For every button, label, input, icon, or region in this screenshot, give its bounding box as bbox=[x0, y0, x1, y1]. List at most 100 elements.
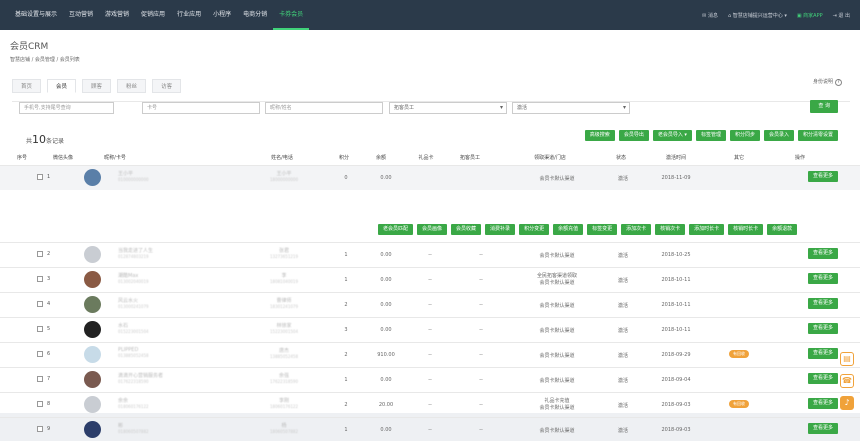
nav-item[interactable]: 卡券会员 bbox=[273, 0, 310, 30]
logout-label: 退 出 bbox=[838, 12, 850, 19]
column-header: 余额 bbox=[375, 155, 387, 161]
nav-item[interactable]: 促销应用 bbox=[135, 0, 171, 30]
card-number: 017622318590 bbox=[118, 379, 149, 384]
column-header: 操作 bbox=[794, 155, 806, 161]
activation-time-cell: 2018-09-29 bbox=[661, 352, 691, 358]
channel-name-2: 会员卡默认渠道 bbox=[539, 280, 575, 286]
view-more-button[interactable]: 查看更多 bbox=[807, 273, 838, 284]
card-input[interactable]: 卡号 bbox=[142, 102, 260, 114]
bulk-action-button[interactable]: 标签变更 bbox=[587, 224, 618, 235]
merchant-app-link[interactable]: ▣ 商家APP bbox=[797, 12, 823, 19]
action-button[interactable]: 会员录入 bbox=[763, 130, 794, 141]
balance-cell: 0.00 bbox=[380, 377, 392, 383]
balance-cell: 910.00 bbox=[377, 352, 395, 358]
row-checkbox[interactable] bbox=[37, 301, 43, 307]
action-button[interactable]: 积分同步 bbox=[729, 130, 760, 141]
page-title: 会员CRM bbox=[10, 42, 49, 52]
main-panel: 会员CRM 智慧店铺 / 会员管理 / 会员列表 首页 会员 顾客 粉丝 访客 身份说明… bbox=[0, 30, 860, 438]
staff-select[interactable]: 拓客员工 bbox=[389, 102, 507, 114]
tab-item[interactable]: 首页 bbox=[12, 79, 42, 93]
activation-time-cell: 2018-11-09 bbox=[661, 175, 691, 181]
record-count: 共10条记录 bbox=[26, 133, 64, 146]
view-more-button[interactable]: 查看更多 bbox=[807, 348, 838, 359]
phone-icon[interactable]: ☎ bbox=[840, 374, 854, 388]
points-cell: 2 bbox=[344, 402, 348, 408]
action-button[interactable]: 会员导出 bbox=[618, 130, 649, 141]
nav-item[interactable]: 基础设置与展示 bbox=[0, 0, 63, 30]
row-checkbox[interactable] bbox=[37, 376, 43, 382]
card-number: 015223001504 bbox=[118, 329, 149, 334]
view-more-button[interactable]: 查看更多 bbox=[807, 323, 838, 334]
bulk-action-button[interactable]: 核销次卡 bbox=[655, 224, 686, 235]
view-more-button[interactable]: 查看更多 bbox=[807, 248, 838, 259]
action-button[interactable]: 老会员导入 ▾ bbox=[652, 130, 692, 141]
logout-link[interactable]: ⇥ 退 出 bbox=[833, 12, 850, 19]
row-checkbox[interactable] bbox=[37, 276, 43, 282]
view-more-button[interactable]: 查看更多 bbox=[807, 398, 838, 409]
activation-time-cell: 2018-10-11 bbox=[661, 277, 691, 283]
store-switch[interactable]: ⌂ 智慧店铺提兴运营中心 ▾ bbox=[728, 12, 787, 19]
tab-item[interactable]: 访客 bbox=[152, 79, 182, 93]
action-button[interactable]: 高级搜索 bbox=[584, 130, 615, 141]
action-button[interactable]: 积分清零设置 bbox=[797, 130, 838, 141]
row-checkbox[interactable] bbox=[37, 251, 43, 257]
phone-search-input[interactable]: 手机号,支持尾号查询 bbox=[19, 102, 114, 114]
nav-item[interactable]: 行业应用 bbox=[171, 0, 207, 30]
bulk-action-button[interactable]: 会员画像 bbox=[417, 224, 448, 235]
table-row: 2 当我走进了人生 012874803219 张君 13273651219 1 0.00 --… bbox=[0, 242, 860, 266]
nav-item[interactable]: 电商分销 bbox=[237, 0, 273, 30]
name-cell: 曹律师 18301241079 bbox=[270, 297, 298, 309]
view-more-button[interactable]: 查看更多 bbox=[807, 373, 838, 384]
row-checkbox[interactable] bbox=[37, 326, 43, 332]
nav-item[interactable]: 小程序 bbox=[207, 0, 237, 30]
doc-icon[interactable]: ▤ bbox=[840, 352, 854, 366]
row-checkbox[interactable] bbox=[37, 351, 43, 357]
tab-item[interactable]: 粉丝 bbox=[117, 79, 147, 93]
table-header: 序号 微信头像 昵称/卡号 姓名/电话 积分 余额 礼品卡 拓客员工 领取渠道/门店 状态 激活时间… bbox=[0, 154, 860, 164]
channel-name: 会员卡默认渠道 bbox=[539, 428, 575, 434]
bulk-action-bar: 老会员匹配 会员画像 会员收藏 消费补录 积分变更 余额充值 标签变更 添加次卡 核销次卡 添加时… bbox=[378, 224, 798, 235]
tab-item[interactable]: 会员 bbox=[47, 79, 77, 93]
row-checkbox[interactable] bbox=[37, 401, 43, 407]
view-more-button[interactable]: 查看更多 bbox=[807, 298, 838, 309]
nickname-input[interactable]: 昵称/姓名 bbox=[265, 102, 383, 114]
bulk-action-button[interactable]: 添加次卡 bbox=[621, 224, 652, 235]
row-checkbox[interactable] bbox=[37, 426, 43, 432]
message-link[interactable]: ✉ 消息 bbox=[702, 12, 718, 19]
tab-item[interactable]: 顾客 bbox=[82, 79, 112, 93]
identity-help[interactable]: 身份说明? bbox=[813, 78, 842, 86]
member-phone: 18060507882 bbox=[270, 429, 298, 434]
staff-cell: -- bbox=[479, 302, 483, 308]
row-number: 6 bbox=[47, 351, 51, 357]
card-number: 010000000000 bbox=[118, 177, 149, 182]
bulk-action-button[interactable]: 添加时长卡 bbox=[689, 224, 725, 235]
row-checkbox[interactable] bbox=[37, 174, 43, 180]
bulk-action-button[interactable]: 积分变更 bbox=[519, 224, 550, 235]
points-cell: 1 bbox=[344, 427, 348, 433]
card-number: 013000241079 bbox=[118, 304, 149, 309]
nav-item[interactable]: 游戏营销 bbox=[99, 0, 135, 30]
bulk-action-button[interactable]: 老会员匹配 bbox=[378, 224, 414, 235]
name-cell: 张君 13273651219 bbox=[270, 247, 298, 259]
nickname-cell: 彬 018060507882 bbox=[118, 422, 149, 434]
bell-icon[interactable]: ♪ bbox=[840, 396, 854, 410]
gift-card-cell: -- bbox=[428, 427, 432, 433]
bulk-action-button[interactable]: 余额充值 bbox=[553, 224, 584, 235]
bulk-action-button[interactable]: 余额退款 bbox=[767, 224, 798, 235]
query-button[interactable]: 查 询 bbox=[810, 100, 838, 113]
status-select[interactable]: 激活 bbox=[512, 102, 630, 114]
points-cell: 1 bbox=[344, 377, 348, 383]
bulk-action-button[interactable]: 核销时长卡 bbox=[728, 224, 764, 235]
nickname-cell: 风云水火 013000241079 bbox=[118, 297, 149, 309]
nav-item[interactable]: 互动营销 bbox=[63, 0, 99, 30]
bulk-action-button[interactable]: 消费补录 bbox=[485, 224, 516, 235]
table-row: 5 水石 015223001504 林徐家 15223001504 3 0.00 -- -- 会员… bbox=[0, 317, 860, 341]
table-row: 8 余余 018060176122 李刚 18060176122 2 20.00 -- -- 礼品… bbox=[0, 392, 860, 416]
action-button[interactable]: 标签管理 bbox=[695, 130, 726, 141]
view-more-button[interactable]: 查看更多 bbox=[807, 171, 838, 182]
view-more-button[interactable]: 查看更多 bbox=[807, 423, 838, 434]
question-icon: ? bbox=[835, 79, 842, 86]
count-number: 10 bbox=[32, 133, 47, 146]
channel-name: 会员卡默认渠道 bbox=[539, 378, 575, 384]
bulk-action-button[interactable]: 会员收藏 bbox=[451, 224, 482, 235]
